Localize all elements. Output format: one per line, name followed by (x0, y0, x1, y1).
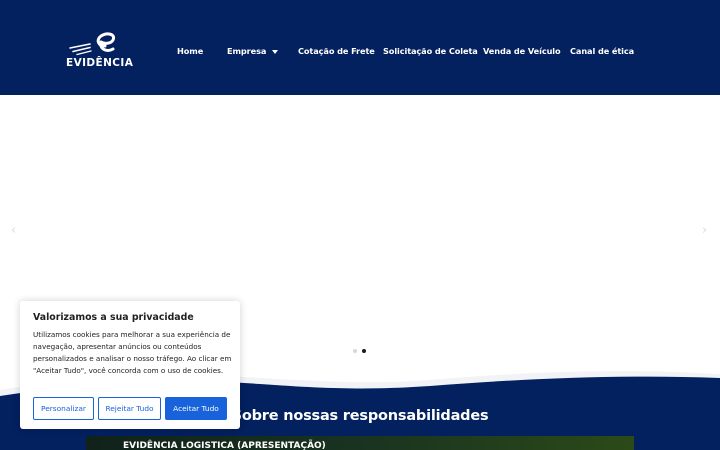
slider-prev-arrow-icon[interactable]: ‹ (11, 223, 16, 238)
customize-button[interactable]: Personalizar (33, 397, 94, 420)
slider-pagination (353, 349, 373, 355)
nav-item-solicitacao-de-coleta[interactable]: Solicitação de Coleta (383, 46, 478, 56)
reject-all-button[interactable]: Rejeitar Tudo (98, 397, 161, 420)
nav-item-cotacao-de-frete[interactable]: Cotação de Frete (298, 46, 375, 56)
nav-item-home[interactable]: Home (177, 46, 203, 56)
video-embed[interactable]: EVIDÊNCIA LOGISTICA (APRESENTAÇÃO) (86, 436, 634, 450)
nav-item-empresa[interactable]: Empresa (227, 46, 279, 56)
site-header: EVIDÊNCIA Home Empresa Cotação de Frete … (0, 0, 720, 95)
cookie-consent-banner: Valorizamos a sua privacidade Utilizamos… (20, 301, 240, 429)
cookie-banner-text: Utilizamos cookies para melhorar a sua e… (33, 330, 232, 375)
main-nav: Home Empresa Cotação de Frete Solicitaçã… (0, 46, 720, 60)
video-title[interactable]: EVIDÊNCIA LOGISTICA (APRESENTAÇÃO) (123, 441, 326, 450)
nav-item-empresa-label: Empresa (227, 46, 267, 56)
accept-all-button[interactable]: Aceitar Tudo (165, 397, 227, 420)
slider-dot-1[interactable] (353, 349, 357, 353)
slider-next-arrow-icon[interactable]: › (702, 223, 707, 238)
nav-item-canal-de-etica[interactable]: Canal de ética (570, 46, 634, 56)
cookie-banner-title: Valorizamos a sua privacidade (33, 312, 194, 323)
slider-dot-2[interactable] (362, 349, 366, 353)
nav-item-venda-de-veiculo[interactable]: Venda de Veículo (483, 46, 561, 56)
chevron-down-icon (272, 49, 279, 54)
page: EVIDÊNCIA Home Empresa Cotação de Frete … (0, 0, 720, 450)
